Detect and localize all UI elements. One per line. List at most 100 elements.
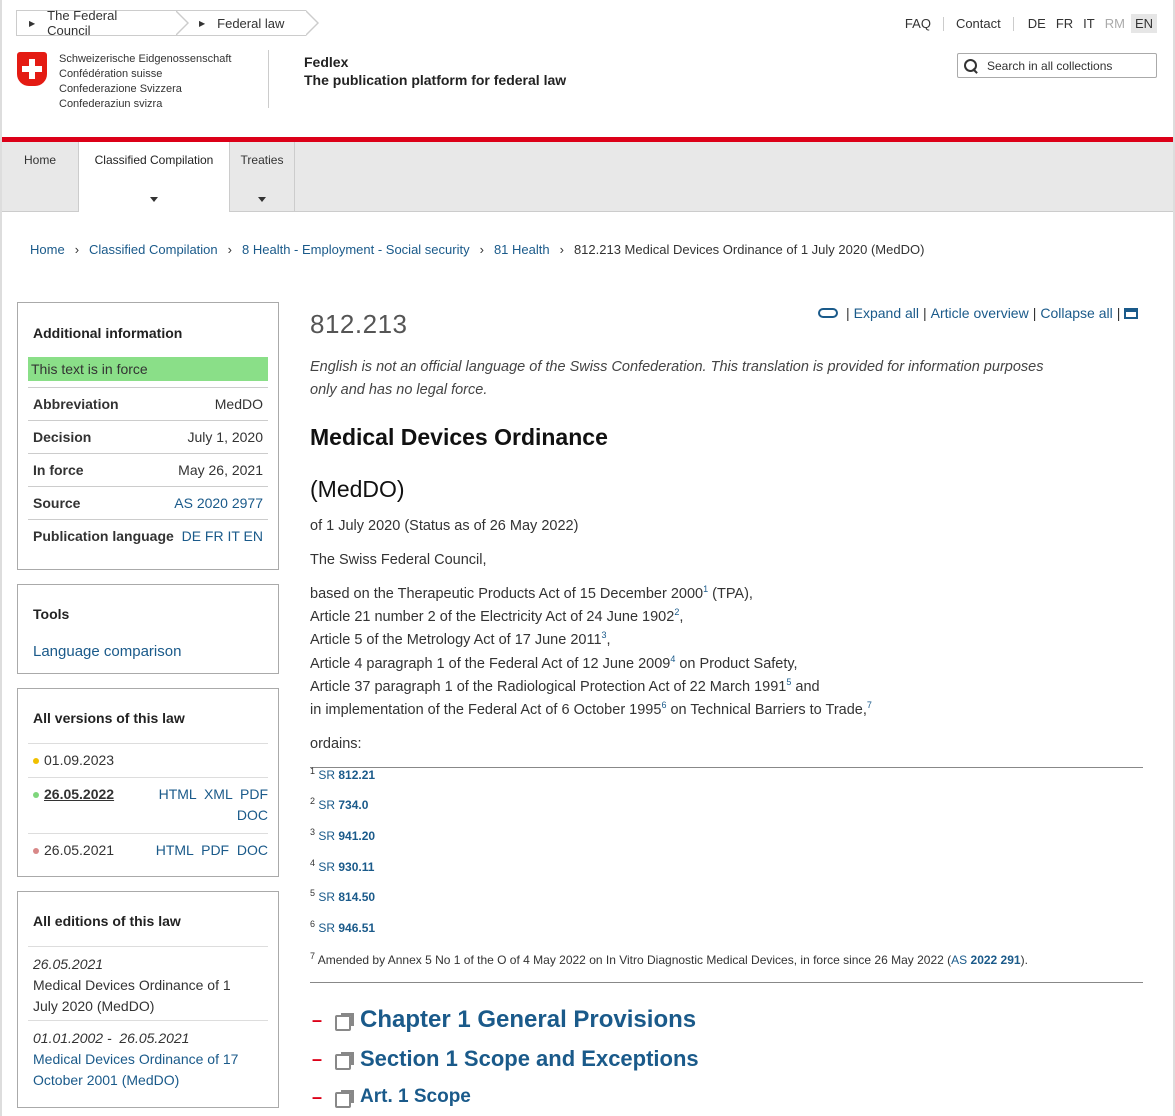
collapse-icon[interactable]: – (312, 1049, 334, 1070)
collapse-icon[interactable]: – (312, 1010, 334, 1031)
footnotes-bottom-divider (310, 982, 1143, 983)
edition-link[interactable]: Medical Devices Ordinance of 17 (33, 1049, 268, 1070)
version-dot-icon (33, 758, 39, 765)
footnote-7: 7 Amended by Annex 5 No 1 of the O of 4 … (310, 951, 1028, 968)
contact-link[interactable]: Contact (944, 16, 1014, 31)
top-crumb-federal-law[interactable]: ▶ Federal law (176, 10, 319, 36)
additional-info-title: Additional information (33, 325, 183, 341)
info-row-source: Source AS 2020 2977 (28, 486, 268, 519)
footnote-link[interactable]: SR 930.11 (318, 860, 374, 874)
section-heading[interactable]: – Section 1 Scope and Exceptions (312, 1046, 699, 1072)
triangle-right-icon: ▶ (199, 18, 206, 28)
preamble-line: Article 37 paragraph 1 of the Radiologic… (310, 676, 820, 695)
link-icon[interactable] (818, 308, 838, 318)
footnote-link[interactable]: SR 946.51 (318, 921, 375, 935)
info-row-in-force: In force May 26, 2021 (28, 453, 268, 486)
footnote-link[interactable]: SR 812.21 (318, 768, 375, 782)
edition-row[interactable]: 01.01.2002 - 26.05.2021 Medical Devices … (28, 1020, 268, 1094)
version-row: 01.09.2023 (28, 743, 268, 777)
brand-tagline: The publication platform for federal law (304, 72, 567, 88)
article-heading[interactable]: – Art. 1 Scope (312, 1086, 471, 1108)
header-divider (268, 50, 269, 108)
chapter-heading[interactable]: – Chapter 1 General Provisions (312, 1006, 696, 1034)
main-nav: Home Classified Compilation Treaties (2, 142, 1173, 212)
nav-home[interactable]: Home (2, 142, 79, 212)
doc-abbreviation: (MedDO) (310, 476, 405, 502)
crumb-health-employment[interactable]: 8 Health - Employment - Social security (242, 242, 470, 257)
preamble-line: Article 4 paragraph 1 of the Federal Act… (310, 653, 798, 672)
footnote-link[interactable]: SR 941.20 (318, 829, 375, 843)
nav-classified-compilation[interactable]: Classified Compilation (79, 142, 230, 212)
editions-panel: All editions of this law 26.05.2021 Medi… (17, 891, 279, 1108)
tools-panel: Tools Language comparison (17, 584, 279, 674)
editions-title: All editions of this law (33, 913, 181, 929)
source-link[interactable]: AS 2020 2977 (174, 495, 263, 511)
lang-fr[interactable]: FR (1052, 14, 1077, 33)
footnote-link[interactable]: SR 814.50 (318, 890, 375, 904)
footnote-link[interactable]: AS 2022 291 (951, 953, 1020, 967)
caret-down-icon (258, 197, 266, 202)
external-link-icon[interactable] (334, 1050, 354, 1070)
edition-row: 26.05.2021 Medical Devices Ordinance of … (28, 946, 268, 1020)
format-links[interactable]: HTML PDF DOC (156, 842, 268, 858)
chevron-right-icon: › (559, 242, 564, 257)
info-row-publication-language: Publication language DE FR IT EN (28, 519, 268, 552)
brand-name: Fedlex (304, 54, 349, 70)
top-links: FAQ Contact DE FR IT RM EN (893, 14, 1157, 33)
collapse-icon[interactable]: – (312, 1087, 334, 1108)
language-notice: English is not an official language of t… (310, 359, 1044, 398)
format-links[interactable]: DOC (159, 807, 268, 823)
crumb-classified[interactable]: Classified Compilation (89, 242, 218, 257)
council: The Swiss Federal Council, (310, 552, 487, 568)
external-link-icon[interactable] (334, 1088, 354, 1108)
expand-all-link[interactable]: Expand all (854, 305, 919, 321)
preamble-line: based on the Therapeutic Products Act of… (310, 584, 753, 602)
search-icon (964, 58, 978, 73)
version-row: 26.05.2022 HTML XML PDF DOC (28, 777, 268, 833)
footnotes-divider (310, 767, 1143, 768)
lang-en[interactable]: EN (1130, 14, 1157, 33)
preamble: based on the Therapeutic Products Act of… (310, 583, 872, 722)
version-row: 26.05.2021 HTML PDF DOC (28, 833, 268, 867)
footnote: 4 SR 930.11 (310, 858, 375, 875)
caret-down-icon (150, 197, 158, 202)
additional-info-panel: Additional information This text is in f… (17, 302, 279, 570)
nav-treaties[interactable]: Treaties (230, 142, 295, 212)
versions-panel: All versions of this law 01.09.2023 26.0… (17, 688, 279, 877)
preamble-line: in implementation of the Federal Act of … (310, 700, 872, 719)
sr-number: 812.213 (310, 309, 408, 339)
version-formats: HTML XML PDF DOC (159, 786, 268, 823)
search-placeholder: Search in all collections (987, 58, 1113, 73)
lang-de[interactable]: DE (1024, 14, 1050, 33)
footnote: 5 SR 814.50 (310, 888, 376, 905)
faq-link[interactable]: FAQ (893, 16, 944, 31)
search-input[interactable]: Search in all collections (957, 53, 1157, 78)
brand[interactable]: Fedlex The publication platform for fede… (304, 53, 566, 89)
chevron-right-icon: › (479, 242, 484, 257)
doc-date: of 1 July 2020 (Status as of 26 May 2022… (310, 518, 579, 534)
crumb-arrow (305, 10, 319, 36)
collapse-all-link[interactable]: Collapse all (1040, 305, 1112, 321)
lang-it[interactable]: IT (1079, 14, 1099, 33)
footnote-link[interactable]: SR 734.0 (318, 798, 368, 812)
print-icon[interactable] (1124, 307, 1139, 319)
doc-title: Medical Devices Ordinance (310, 424, 608, 450)
external-link-icon[interactable] (334, 1011, 354, 1031)
format-links[interactable]: HTML XML PDF (159, 786, 268, 802)
chevron-right-icon: › (74, 242, 80, 257)
version-dot-icon (33, 792, 39, 799)
top-crumb-federal-council[interactable]: ▶ The Federal Council (16, 8, 189, 38)
crumb-home[interactable]: Home (30, 242, 65, 257)
edition-link[interactable]: October 2001 (MedDO) (33, 1070, 268, 1091)
language-comparison-link[interactable]: Language comparison (33, 643, 278, 660)
publication-language-links[interactable]: DE FR IT EN (182, 528, 263, 544)
version-date-link[interactable]: 26.05.2022 (44, 786, 114, 802)
swiss-cross-icon (17, 52, 47, 86)
article-overview-link[interactable]: Article overview (931, 305, 1029, 321)
crumb-current: 812.213 Medical Devices Ordinance of 1 J… (573, 242, 925, 257)
lang-rm: RM (1104, 16, 1125, 31)
footnote: 2 SR 734.0 (310, 796, 369, 813)
crumb-health[interactable]: 81 Health (494, 242, 550, 257)
confederation-logo[interactable]: Schweizerische Eidgenossenschaft Confédé… (17, 52, 231, 112)
status-badge: This text is in force (28, 357, 268, 381)
